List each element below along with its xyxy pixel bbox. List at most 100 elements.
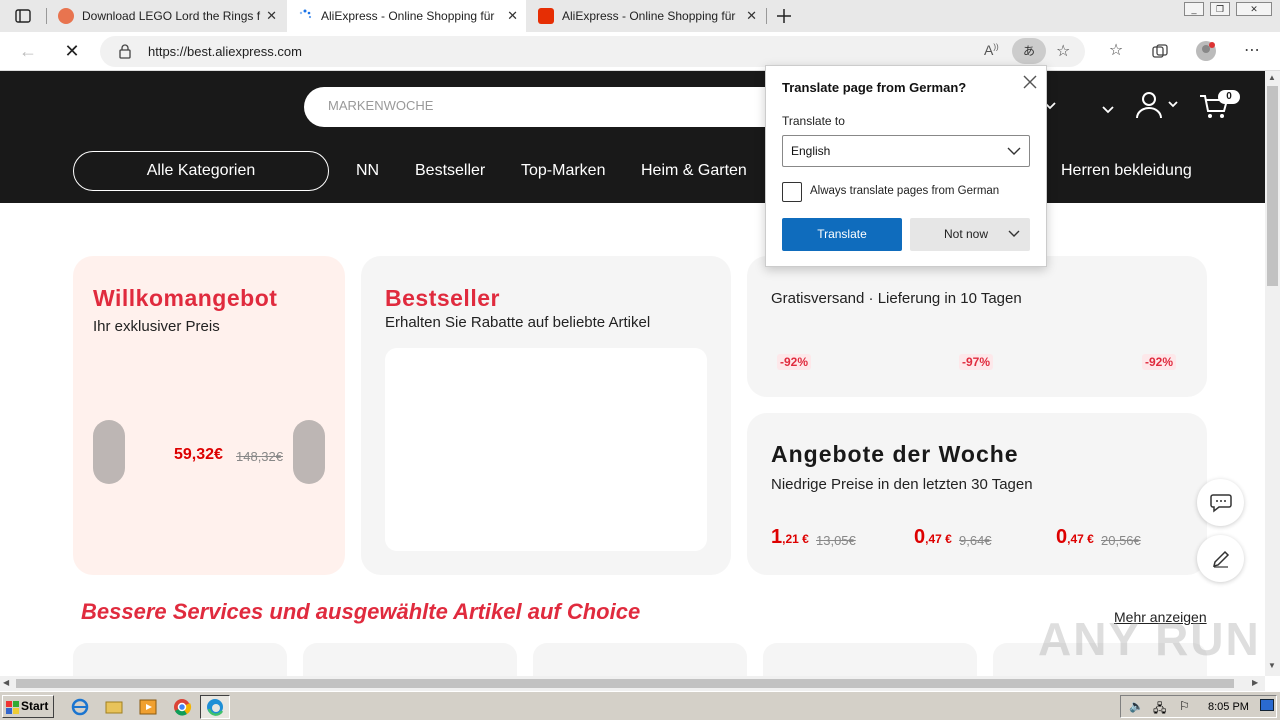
new-tab-icon[interactable] bbox=[774, 6, 794, 26]
pencil-icon bbox=[1212, 550, 1229, 568]
search-box[interactable] bbox=[304, 87, 804, 127]
welcome-old-price: 148,32€ bbox=[236, 449, 283, 464]
bestseller-product-image[interactable] bbox=[385, 348, 707, 551]
translate-button[interactable]: Translate bbox=[782, 218, 902, 251]
windows-logo-icon bbox=[6, 700, 19, 714]
deal-price: 1,21 € bbox=[771, 526, 809, 548]
scroll-up-icon[interactable]: ▲ bbox=[1268, 73, 1276, 82]
tab-aliexpress[interactable]: AliExpress - Online Shopping für ✕ bbox=[528, 0, 765, 32]
close-window-icon[interactable]: ✕ bbox=[1236, 2, 1272, 16]
edge-page-icon bbox=[58, 8, 74, 24]
volume-icon[interactable]: 🔈 bbox=[1129, 699, 1144, 713]
close-tab-icon[interactable]: ✕ bbox=[746, 8, 757, 24]
scroll-down-icon[interactable]: ▼ bbox=[1268, 661, 1276, 670]
lock-icon[interactable] bbox=[118, 44, 132, 64]
tab-actions-icon[interactable] bbox=[14, 7, 32, 25]
bestseller-title: Bestseller bbox=[385, 285, 500, 311]
vertical-scrollbar[interactable]: ▲ ▼ bbox=[1265, 71, 1280, 676]
product-image[interactable] bbox=[93, 420, 125, 484]
internet-explorer-icon[interactable] bbox=[70, 697, 90, 717]
chat-button[interactable] bbox=[1197, 479, 1244, 526]
scroll-right-icon[interactable]: ▶ bbox=[1252, 678, 1258, 687]
welcome-title: Willkomangebot bbox=[93, 285, 278, 311]
network-icon[interactable]: 🖧 bbox=[1153, 699, 1166, 720]
bestseller-subtitle: Erhalten Sie Rabatte auf beliebte Artike… bbox=[385, 314, 651, 331]
welcome-offer-card[interactable]: Willkomangebot Ihr exklusiver Preis 59,3… bbox=[73, 256, 345, 575]
site-header: 0 Alle Kategorien NN Bestseller Top-Mark… bbox=[0, 71, 1265, 203]
horizontal-scroll-thumb[interactable] bbox=[16, 679, 1234, 688]
chevron-down-icon bbox=[1007, 147, 1021, 155]
more-menu-icon[interactable]: ⋯ bbox=[1240, 40, 1264, 64]
address-bar: ← ✕ https://best.aliexpress.com A)) あ ☆ … bbox=[0, 32, 1280, 71]
welcome-subtitle: Ihr exklusiver Preis bbox=[93, 318, 220, 335]
profile-avatar[interactable] bbox=[1194, 40, 1218, 64]
flag-icon[interactable]: ⚐ bbox=[1179, 699, 1190, 713]
start-button[interactable]: Start bbox=[2, 695, 54, 718]
nav-link-heim-garten[interactable]: Heim & Garten bbox=[641, 162, 747, 180]
deal-old-price: 13,05€ bbox=[816, 533, 856, 548]
aliexpress-favicon-icon bbox=[538, 8, 554, 24]
chrome-icon[interactable] bbox=[172, 697, 192, 717]
nav-link-top-marken[interactable]: Top-Marken bbox=[521, 162, 605, 180]
all-categories-button[interactable]: Alle Kategorien bbox=[73, 151, 329, 191]
cart-count-badge: 0 bbox=[1218, 90, 1240, 104]
translate-icon[interactable]: あ bbox=[1012, 38, 1046, 64]
feedback-button[interactable] bbox=[1197, 535, 1244, 582]
always-translate-checkbox[interactable] bbox=[782, 182, 802, 202]
deal-price: 0,47 € bbox=[914, 526, 952, 548]
show-desktop-icon[interactable] bbox=[1260, 699, 1274, 711]
close-tab-icon[interactable]: ✕ bbox=[266, 8, 277, 24]
welcome-price: 59,32€ bbox=[174, 446, 223, 463]
close-icon[interactable] bbox=[1022, 74, 1038, 90]
deal-old-price: 20,56€ bbox=[1101, 533, 1141, 548]
add-favorite-icon[interactable]: ☆ bbox=[1056, 41, 1070, 61]
url-text[interactable]: https://best.aliexpress.com bbox=[148, 44, 302, 59]
tab-title: Download LEGO Lord the Rings f bbox=[82, 9, 261, 23]
vertical-scroll-thumb[interactable] bbox=[1267, 86, 1278, 286]
tab-aliexpress-active[interactable]: AliExpress - Online Shopping für ✕ bbox=[287, 0, 526, 32]
not-now-button[interactable]: Not now bbox=[910, 218, 1030, 251]
favorites-icon[interactable]: ☆ bbox=[1104, 40, 1128, 64]
chevron-down-icon[interactable] bbox=[1102, 101, 1114, 119]
weekly-title: Angebote der Woche bbox=[771, 441, 1019, 467]
stop-loading-icon[interactable]: ✕ bbox=[60, 40, 84, 64]
restore-icon[interactable]: ❐ bbox=[1210, 2, 1230, 16]
nav-link-bestseller[interactable]: Bestseller bbox=[415, 162, 485, 180]
read-aloud-icon[interactable]: A)) bbox=[984, 42, 999, 58]
horizontal-scrollbar[interactable]: ◀ ▶ bbox=[0, 676, 1265, 691]
product-image[interactable] bbox=[293, 420, 325, 484]
translate-popup: Translate page from German? Translate to… bbox=[765, 65, 1047, 267]
minimize-icon[interactable]: _ bbox=[1184, 2, 1204, 16]
free-shipping-card[interactable]: Gratisversand · Lieferung in 10 Tagen -9… bbox=[747, 256, 1207, 397]
choice-section-title: Bessere Services und ausgewählte Artikel… bbox=[81, 599, 641, 624]
tab-bar: Download LEGO Lord the Rings f ✕ AliExpr… bbox=[0, 0, 1280, 32]
anyrun-watermark: ANY RUN bbox=[1038, 613, 1261, 665]
collections-icon[interactable] bbox=[1148, 40, 1172, 64]
media-player-icon[interactable] bbox=[138, 697, 158, 717]
always-translate-label[interactable]: Always translate pages from German bbox=[810, 185, 999, 197]
nav-link-nn[interactable]: NN bbox=[356, 162, 379, 180]
bestseller-card[interactable]: Bestseller Erhalten Sie Rabatte auf beli… bbox=[361, 256, 731, 575]
back-icon[interactable]: ← bbox=[16, 40, 40, 64]
weekly-subtitle: Niedrige Preise in den letzten 30 Tagen bbox=[771, 476, 1033, 493]
account-icon[interactable] bbox=[1135, 91, 1179, 124]
language-select[interactable]: English bbox=[782, 135, 1030, 167]
system-tray: 🔈 🖧 ⚐ bbox=[1120, 695, 1277, 718]
selected-language: English bbox=[791, 144, 831, 158]
deal-old-price: 9,64€ bbox=[959, 533, 992, 548]
tab-title: AliExpress - Online Shopping für bbox=[321, 9, 495, 23]
tab-title: AliExpress - Online Shopping für bbox=[562, 9, 736, 23]
url-box[interactable]: https://best.aliexpress.com A)) あ ☆ bbox=[100, 36, 1085, 67]
folder-icon[interactable] bbox=[104, 697, 124, 717]
scroll-left-icon[interactable]: ◀ bbox=[3, 678, 9, 687]
weekly-deals-card[interactable]: Angebote der Woche Niedrige Preise in de… bbox=[747, 413, 1207, 575]
search-input[interactable] bbox=[328, 98, 768, 113]
edge-icon[interactable] bbox=[200, 695, 230, 719]
loading-spinner-icon bbox=[297, 8, 313, 24]
not-now-label: Not now bbox=[944, 227, 989, 241]
close-tab-icon[interactable]: ✕ bbox=[507, 8, 518, 24]
nav-link-herren-bekleidung[interactable]: Herren bekleidung bbox=[1061, 162, 1192, 180]
tab-lego[interactable]: Download LEGO Lord the Rings f ✕ bbox=[48, 0, 285, 32]
translate-to-label: Translate to bbox=[782, 114, 845, 128]
clock: 8:05 PM bbox=[1208, 701, 1249, 713]
